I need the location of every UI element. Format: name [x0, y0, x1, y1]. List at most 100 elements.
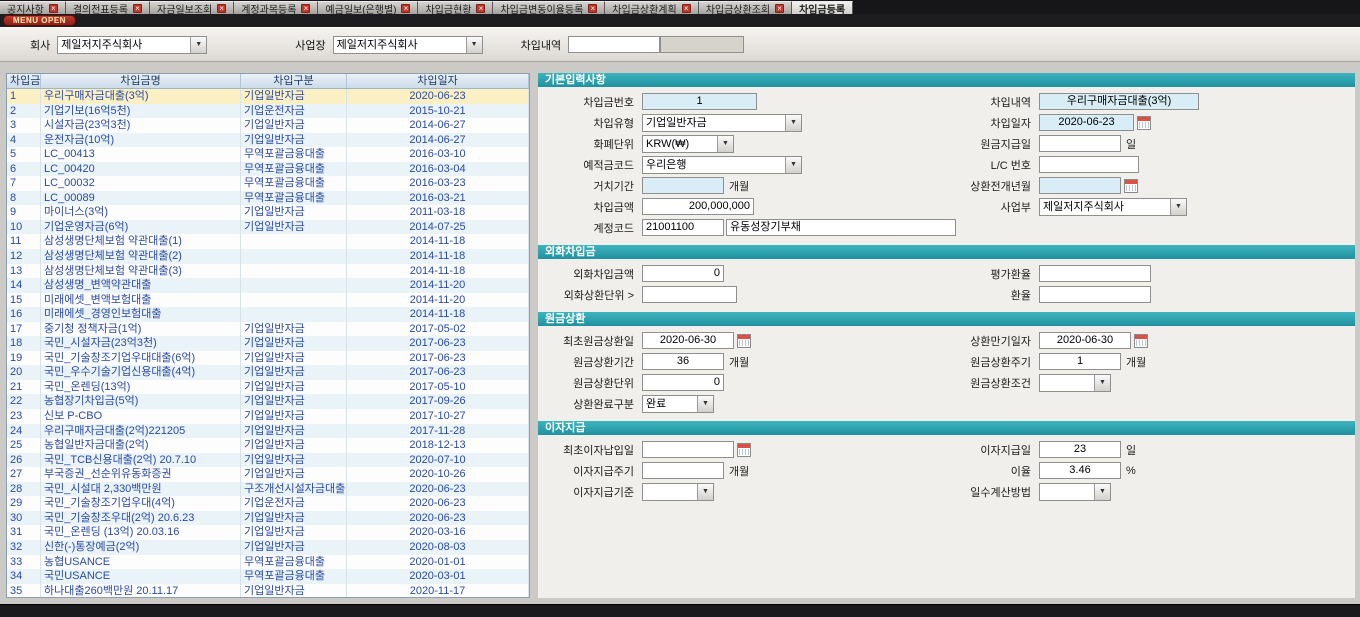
close-icon[interactable]: × — [49, 4, 58, 13]
business-unit-select[interactable]: 제일저지주식회사▼ — [1039, 198, 1187, 216]
table-row[interactable]: 2기업기보(16억5천)기업운전자금2015-10-21 — [7, 104, 529, 119]
cell-code: 27 — [7, 467, 41, 482]
tab-10[interactable]: 차입금등록 — [792, 1, 853, 14]
tab-8[interactable]: 차입금상환계획× — [605, 1, 698, 14]
close-icon[interactable]: × — [476, 4, 485, 13]
table-row[interactable]: 21국민_온렌딩(13억)기업일반자금2017-05-10 — [7, 380, 529, 395]
repay-complete-select[interactable]: 완료▼ — [642, 395, 714, 413]
table-row[interactable]: 4운전자금(10억)기업일반자금2014-06-27 — [7, 133, 529, 148]
maturity-date-input[interactable]: 2020-06-30 — [1039, 332, 1131, 349]
principal-unit-input[interactable]: 0 — [642, 374, 724, 391]
table-row[interactable]: 10기업운영자금(6억)기업일반자금2014-07-25 — [7, 220, 529, 235]
account-code-input[interactable]: 21001100 — [642, 219, 724, 236]
tab-2[interactable]: 결의전표등록× — [66, 1, 150, 14]
close-icon[interactable]: × — [588, 4, 597, 13]
tab-3[interactable]: 자금일보조회× — [150, 1, 234, 14]
table-row[interactable]: 29국민_기술창조기업우대(4억)기업운전자금2020-06-23 — [7, 496, 529, 511]
close-icon[interactable]: × — [133, 4, 142, 13]
exchange-rate-input[interactable] — [1039, 286, 1151, 303]
grace-period-input[interactable] — [642, 177, 724, 194]
table-row[interactable]: 26국민_TCB신용대출(2억) 20.7.10기업일반자금2020-07-10 — [7, 453, 529, 468]
table-row[interactable]: 1우리구매자금대출(3억)기업일반자금2020-06-23 — [7, 89, 529, 104]
tab-6[interactable]: 차입금현황× — [418, 1, 493, 14]
principal-pay-day-input[interactable] — [1039, 135, 1121, 152]
table-row[interactable]: 19국민_기술창조기업우대대출(6억)기업일반자금2017-06-23 — [7, 351, 529, 366]
table-row[interactable]: 12삼성생명단체보험 약관대출(2)2014-11-18 — [7, 249, 529, 264]
account-code-field: 21001100유동성장기부채 — [642, 219, 1351, 236]
interest-cycle-input[interactable] — [642, 462, 724, 479]
principal-cycle-input[interactable]: 1 — [1039, 353, 1121, 370]
table-row[interactable]: 24우리구매자금대출(2억)221205기업일반자금2017-11-28 — [7, 424, 529, 439]
loan-no-input[interactable]: 1 — [642, 93, 757, 110]
table-row[interactable]: 20국민_우수기술기업신용대출(4억)기업일반자금2017-06-23 — [7, 365, 529, 380]
first-principal-date-input[interactable]: 2020-06-30 — [642, 332, 734, 349]
first-interest-date-input[interactable] — [642, 441, 734, 458]
calendar-icon[interactable] — [1134, 334, 1148, 348]
table-row[interactable]: 16미래에셋_경영인보험대출2014-11-18 — [7, 307, 529, 322]
table-row[interactable]: 3시설자금(23억3천)기업일반자금2014-06-27 — [7, 118, 529, 133]
close-icon[interactable]: × — [217, 4, 226, 13]
calendar-icon[interactable] — [737, 334, 751, 348]
table-row[interactable]: 15미래에셋_변액보험대출2014-11-20 — [7, 293, 529, 308]
table-row[interactable]: 8LC_00089무역포괄금융대출2016-03-21 — [7, 191, 529, 206]
tab-9[interactable]: 차입금상환조회× — [699, 1, 792, 14]
table-row[interactable]: 35하나대출260백만원 20.11.17기업일반자금2020-11-17 — [7, 584, 529, 598]
account-code-name-input[interactable]: 유동성장기부채 — [726, 219, 956, 236]
day-count-method-select[interactable]: ▼ — [1039, 483, 1111, 501]
tab-1[interactable]: 공지사항× — [0, 1, 66, 14]
currency-unit-select[interactable]: KRW(₩)▼ — [642, 135, 734, 153]
loan-date-input[interactable]: 2020-06-23 — [1039, 114, 1134, 131]
interest-basis-select[interactable]: ▼ — [642, 483, 714, 501]
company-select[interactable]: 제일저지주식회사 ▼ — [57, 36, 207, 54]
interest-rate-input[interactable]: 3.46 — [1039, 462, 1121, 479]
table-row[interactable]: 6LC_00420무역포괄금융대출2016-03-04 — [7, 162, 529, 177]
interest-pay-day-input[interactable]: 23 — [1039, 441, 1121, 458]
calendar-icon[interactable] — [1124, 179, 1138, 193]
table-row[interactable]: 9마이너스(3억)기업일반자금2011-03-18 — [7, 205, 529, 220]
menu-open-button[interactable]: MENU OPEN — [3, 15, 76, 26]
calendar-icon[interactable] — [737, 443, 751, 457]
table-row[interactable]: 5LC_00413무역포괄금융대출2016-03-10 — [7, 147, 529, 162]
eval-exchange-rate-input[interactable] — [1039, 265, 1151, 282]
loan-type-select[interactable]: 기업일반자금▼ — [642, 114, 802, 132]
fx-repay-unit-input[interactable] — [642, 286, 737, 303]
tab-4[interactable]: 계정과목등록× — [234, 1, 318, 14]
table-row[interactable]: 27부국증권_선순위유동화증권기업일반자금2020-10-26 — [7, 467, 529, 482]
table-row[interactable]: 33농협USANCE무역포괄금융대출2020-01-01 — [7, 555, 529, 570]
table-row[interactable]: 22농협장기차입금(5억)기업일반자금2017-09-26 — [7, 394, 529, 409]
table-row[interactable]: 28국민_시설대 2,330백만원구조개선시설자금대출2020-06-23 — [7, 482, 529, 497]
tab-5[interactable]: 예금일보(은행별)× — [318, 1, 418, 14]
table-row[interactable]: 13삼성생명단체보험 약관대출(3)2014-11-18 — [7, 264, 529, 279]
site-select[interactable]: 제일저지주식회사 ▼ — [333, 36, 483, 54]
table-row[interactable]: 7LC_00032무역포괄금융대출2016-03-23 — [7, 176, 529, 191]
loan-desc-filter-input[interactable] — [568, 36, 660, 53]
close-icon[interactable]: × — [775, 4, 784, 13]
loan-desc-input[interactable]: 우리구매자금대출(3억) — [1039, 93, 1199, 110]
table-row[interactable]: 14삼성생명_변액약관대출2014-11-20 — [7, 278, 529, 293]
col-header-type[interactable]: 차입구분 — [241, 74, 347, 88]
table-row[interactable]: 18국민_시설자금(23억3천)기업일반자금2017-06-23 — [7, 336, 529, 351]
col-header-code[interactable]: 차입금코드 — [7, 74, 41, 88]
table-row[interactable]: 32신한(-)통장예금(2억)기업일반자금2020-08-03 — [7, 540, 529, 555]
loan-amount-input[interactable]: 200,000,000 — [642, 198, 754, 215]
col-header-date[interactable]: 차입일자 — [347, 74, 529, 88]
fx-loan-amount-input[interactable]: 0 — [642, 265, 724, 282]
principal-condition-select[interactable]: ▼ — [1039, 374, 1111, 392]
close-icon[interactable]: × — [301, 4, 310, 13]
deposit-code-select[interactable]: 우리은행▼ — [642, 156, 802, 174]
principal-period-input[interactable]: 36 — [642, 353, 724, 370]
lc-number-input[interactable] — [1039, 156, 1139, 173]
table-row[interactable]: 30국민_기술창조우대(2억) 20.6.23기업일반자금2020-06-23 — [7, 511, 529, 526]
col-header-name[interactable]: 차입금명 — [41, 74, 241, 88]
close-icon[interactable]: × — [401, 4, 410, 13]
close-icon[interactable]: × — [682, 4, 691, 13]
table-row[interactable]: 25농협일반자금대출(2억)기업일반자금2018-12-13 — [7, 438, 529, 453]
table-row[interactable]: 23신보 P-CBO기업일반자금2017-10-27 — [7, 409, 529, 424]
calendar-icon[interactable] — [1137, 116, 1151, 130]
table-row[interactable]: 17중기청 정책자금(1억)기업일반자금2017-05-02 — [7, 322, 529, 337]
table-row[interactable]: 11삼성생명단체보험 약관대출(1)2014-11-18 — [7, 234, 529, 249]
pre-redemption-month-input[interactable] — [1039, 177, 1121, 194]
tab-7[interactable]: 차입금변동이율등록× — [493, 1, 605, 14]
table-row[interactable]: 31국민_온렌딩 (13억) 20.03.16기업일반자금2020-03-16 — [7, 525, 529, 540]
table-row[interactable]: 34국민USANCE무역포괄금융대출2020-03-01 — [7, 569, 529, 584]
